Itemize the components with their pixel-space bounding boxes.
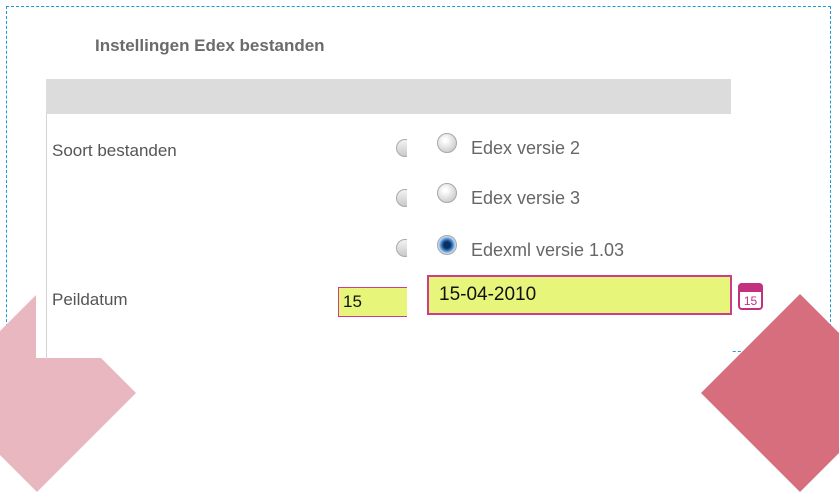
option-label: Edex versie 3 xyxy=(471,188,581,208)
panel-title: Instellingen Edex bestanden xyxy=(95,36,325,55)
option-label: Edexml versie 1.03 xyxy=(471,240,625,260)
option-edex-versie-2[interactable]: Edex versie 2 xyxy=(437,132,581,159)
peildatum-input[interactable]: 15-04-2010 xyxy=(427,275,732,315)
radio-edexml-versie-1-03[interactable] xyxy=(437,234,457,255)
option-edexml-versie-1-03[interactable]: Edexml versie 1.03 xyxy=(437,234,625,261)
calendar-icon[interactable]: 15 xyxy=(738,283,763,310)
option-edex-versie-3[interactable]: Edex versie 3 xyxy=(437,182,581,209)
panel-header-bar xyxy=(46,79,731,114)
peildatum-label: Peildatum xyxy=(52,290,128,309)
radio-edex-versie-2[interactable] xyxy=(437,132,457,153)
radio-edex-versie-3[interactable] xyxy=(437,182,457,203)
soort-bestanden-label: Soort bestanden xyxy=(52,141,177,160)
option-label: Edex versie 2 xyxy=(471,138,581,158)
